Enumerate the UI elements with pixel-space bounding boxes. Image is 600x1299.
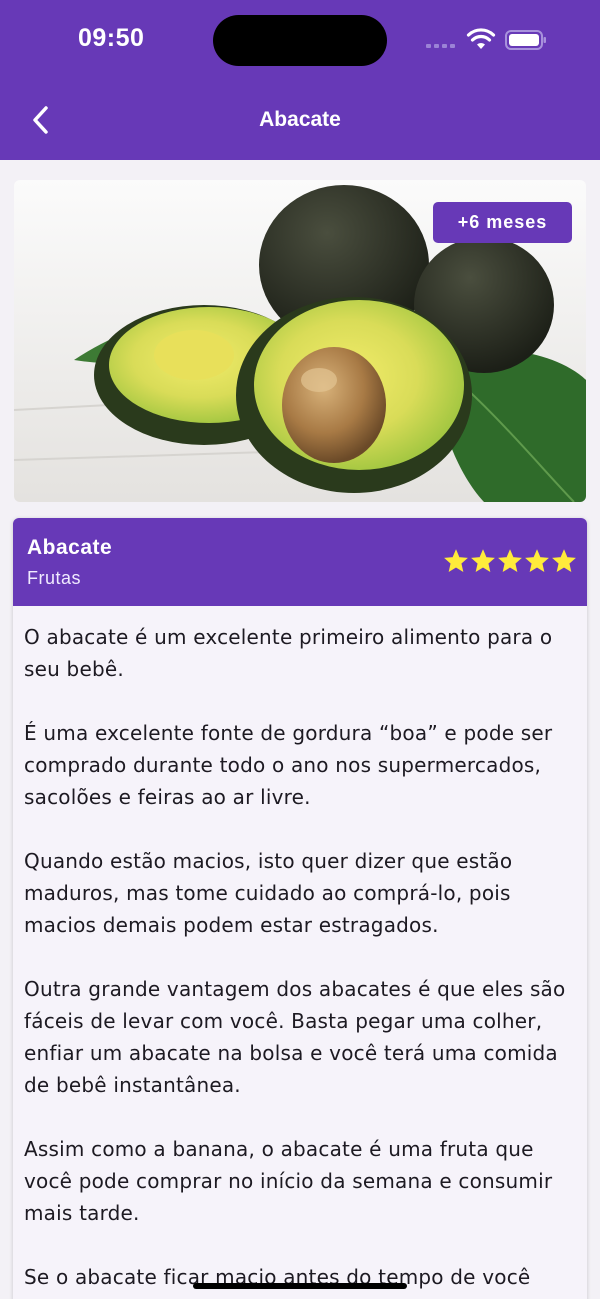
star-icon <box>444 549 468 573</box>
description-paragraph: É uma excelente fonte de gordura “boa” e… <box>24 721 553 809</box>
description-paragraph: Assim como a banana, o abacate é uma fru… <box>24 1137 553 1225</box>
food-description: O abacate é um excelente primeiro alimen… <box>24 621 580 1299</box>
star-icon <box>525 549 549 573</box>
star-icon <box>498 549 522 573</box>
card-header: Abacate Frutas <box>13 518 587 606</box>
description-paragraph: Outra grande vantagem dos abacates é que… <box>24 977 566 1097</box>
rating-stars <box>444 549 576 573</box>
home-indicator[interactable] <box>193 1283 407 1289</box>
wifi-icon <box>466 28 496 49</box>
page-title: Abacate <box>259 108 341 131</box>
food-category: Frutas <box>27 568 82 588</box>
star-icon <box>471 549 495 573</box>
dynamic-island <box>213 15 387 66</box>
description-paragraph: Quando estão macios, isto quer dizer que… <box>24 849 513 937</box>
status-time: 09:50 <box>78 24 145 52</box>
age-badge: +6 meses <box>433 202 572 243</box>
food-card: Abacate Frutas O abacate é um excelente … <box>13 518 587 1299</box>
food-name: Abacate <box>27 536 113 559</box>
app-header: 09:50 Abacate <box>0 0 600 160</box>
description-paragraph: O abacate é um excelente primeiro alimen… <box>24 625 553 681</box>
battery-icon <box>505 30 546 50</box>
cellular-signal-icon <box>426 44 455 48</box>
star-icon <box>552 549 576 573</box>
